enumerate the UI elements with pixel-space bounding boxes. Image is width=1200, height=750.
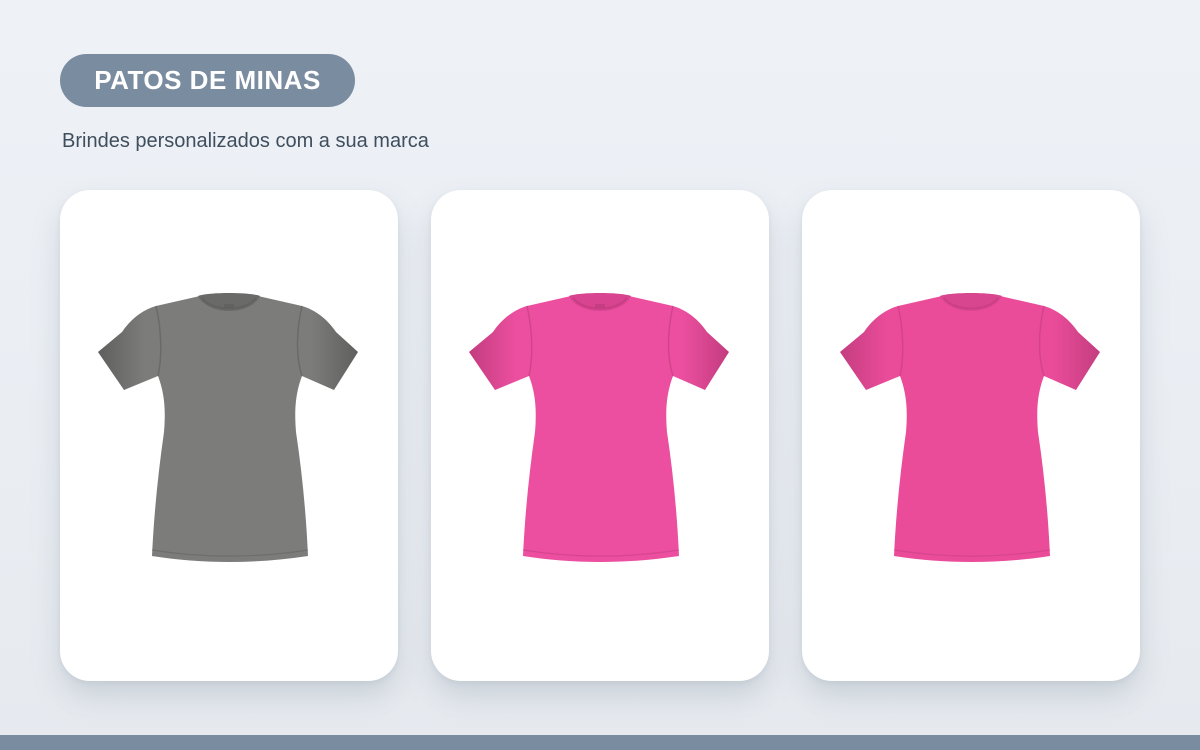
product-card[interactable]: [431, 190, 769, 681]
product-gallery: [60, 190, 1140, 681]
t-shirt-icon: [469, 293, 729, 562]
t-shirt-icon: [98, 293, 358, 562]
product-card[interactable]: [60, 190, 398, 681]
city-badge: PATOS DE MINAS: [60, 54, 355, 107]
t-shirt-icon: [840, 293, 1100, 562]
footer-bar: [0, 735, 1200, 750]
page-subtitle: Brindes personalizados com a sua marca: [62, 130, 429, 152]
product-card[interactable]: [802, 190, 1140, 681]
city-name: PATOS DE MINAS: [94, 65, 321, 95]
